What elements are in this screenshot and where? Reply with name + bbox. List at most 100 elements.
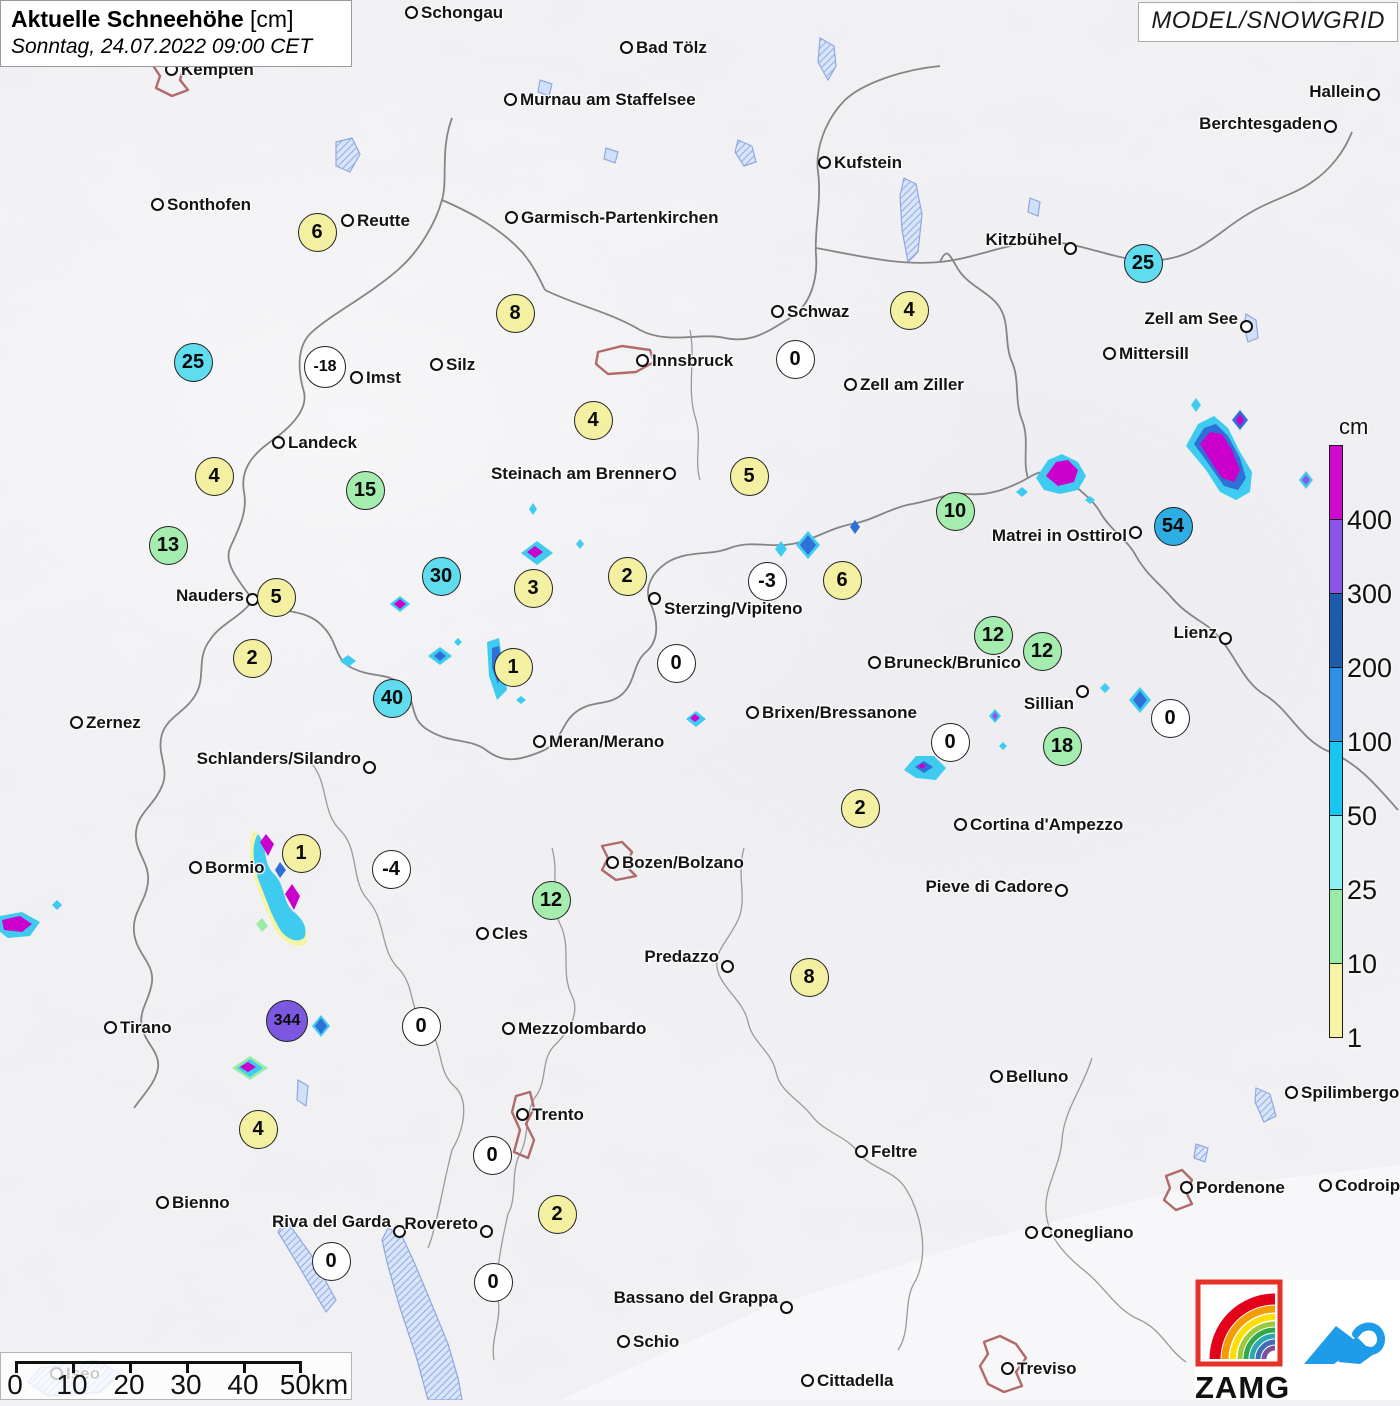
city-label: Cortina d'Ampezzo — [970, 815, 1124, 834]
avalanche-service-logo — [1304, 1322, 1385, 1364]
station-snow-depth-badge: 0 — [775, 339, 815, 379]
city-label: Mezzolombardo — [518, 1019, 647, 1038]
city-label: Schwaz — [787, 302, 850, 321]
zamg-logo-text: ZAMG — [1195, 1370, 1291, 1405]
city-label: Brixen/Bressanone — [762, 703, 917, 722]
station-snow-depth-badge: 4 — [194, 456, 234, 496]
city-label: Zell am Ziller — [860, 375, 964, 394]
city-label: Treviso — [1017, 1359, 1077, 1378]
city-label: Sillian — [1023, 694, 1074, 713]
map-title-unit: [cm] — [250, 6, 294, 32]
city-label: Pordenone — [1196, 1178, 1285, 1197]
city-label: Silz — [446, 355, 476, 374]
scalebar-label: 40 — [227, 1369, 259, 1400]
city-label: Cittadella — [817, 1371, 894, 1390]
title-box: Aktuelle Schneehöhe [cm] Sonntag, 24.07.… — [0, 0, 352, 67]
station-snow-depth-badge: 2 — [232, 638, 272, 678]
map-subtitle-datetime: Sonntag, 24.07.2022 09:00 CET — [11, 35, 313, 58]
city-label: Schlanders/Silandro — [196, 749, 361, 768]
station-snow-depth-badge: 1 — [493, 647, 533, 687]
scalebar-line — [15, 1361, 300, 1364]
scalebar-label: 50km — [279, 1369, 349, 1400]
station-snow-depth-badge: 3 — [513, 568, 553, 608]
city-label: Bienno — [172, 1193, 230, 1212]
city-label: Feltre — [871, 1142, 918, 1161]
station-snow-depth-badge: -18 — [304, 346, 346, 388]
city-label: Kitzbühel — [985, 230, 1063, 249]
station-snow-depth-badge: 4 — [573, 400, 613, 440]
station-snow-depth-badge: 25 — [173, 342, 213, 382]
city-label: Steinach am Brenner — [490, 464, 661, 483]
city-label: Codroipo — [1335, 1176, 1400, 1195]
city-label: Matrei in Osttirol — [991, 526, 1127, 545]
city-label: Sonthofen — [167, 195, 252, 214]
station-snow-depth-badge: 0 — [473, 1262, 513, 1302]
station-snow-depth-badge: 344 — [266, 1000, 308, 1042]
map-title-text: Aktuelle Schneehöhe — [11, 6, 244, 32]
station-snow-depth-badge: 0 — [930, 722, 970, 762]
station-snow-depth-badge: 30 — [421, 556, 461, 596]
station-snow-depth-badge: 1 — [281, 833, 321, 873]
station-snow-depth-badge: 5 — [256, 577, 296, 617]
city-label: Rovereto — [404, 1214, 478, 1233]
station-snow-depth-badge: 25 — [1123, 243, 1163, 283]
scalebar-label: 0 — [7, 1369, 23, 1400]
city-label: Riva del Garda — [271, 1212, 391, 1231]
city-label: Bozen/Bolzano — [622, 853, 744, 872]
station-snow-depth-badge: 2 — [840, 788, 880, 828]
city-label: Pieve di Cadore — [925, 877, 1053, 896]
city-label: Bruneck/Brunico — [884, 653, 1021, 672]
city-label: Schongau — [421, 3, 504, 22]
city-label: Bassano del Grappa — [613, 1288, 778, 1307]
station-snow-depth-badge: 2 — [607, 556, 647, 596]
station-snow-depth-badge: 10 — [935, 491, 975, 531]
model-label: MODEL/SNOWGRID — [1138, 2, 1398, 42]
city-label: Cles — [492, 924, 528, 943]
station-snow-depth-badge: 13 — [148, 525, 188, 565]
station-snow-depth-badge: 54 — [1153, 506, 1193, 546]
scalebar-label: 10 — [56, 1369, 88, 1400]
station-snow-depth-badge: 18 — [1042, 726, 1082, 766]
station-snow-depth-badge: 6 — [297, 212, 337, 252]
city-label: Zernez — [86, 713, 141, 732]
station-snow-depth-badge: 0 — [401, 1006, 441, 1046]
city-label: Berchtesgaden — [1199, 114, 1322, 133]
city-label: Murnau am Staffelsee — [520, 90, 696, 109]
station-snow-depth-badge: 8 — [495, 293, 535, 333]
station-snow-depth-badge: 12 — [531, 880, 571, 920]
station-snow-depth-badge: 4 — [889, 290, 929, 330]
station-snow-depth-badge: 0 — [656, 643, 696, 683]
city-label: Belluno — [1006, 1067, 1069, 1086]
station-snow-depth-badge: 6 — [822, 560, 862, 600]
station-snow-depth-badge: 0 — [311, 1241, 351, 1281]
city-label: Schio — [633, 1332, 680, 1351]
station-snow-depth-badge: -3 — [747, 561, 787, 601]
zamg-rainbow-icon — [1195, 1279, 1283, 1367]
city-label: Conegliano — [1041, 1223, 1134, 1242]
city-label: Landeck — [288, 433, 357, 452]
map-title: Aktuelle Schneehöhe [cm] — [11, 6, 341, 33]
city-label: Mittersill — [1119, 344, 1189, 363]
station-snow-depth-badge: 12 — [1022, 631, 1062, 671]
city-label: Lienz — [1173, 623, 1217, 642]
city-label: Trento — [532, 1105, 584, 1124]
city-label: Bormio — [205, 858, 265, 877]
city-label: Meran/Merano — [549, 732, 665, 751]
city-label: Kufstein — [834, 153, 902, 172]
city-label: Bad Tölz — [636, 38, 707, 57]
city-label: Hallein — [1309, 82, 1365, 101]
city-label: Predazzo — [644, 947, 719, 966]
station-snow-depth-badge: 2 — [537, 1194, 577, 1234]
city-label: Tirano — [120, 1018, 172, 1037]
station-snow-depth-badge: 0 — [1150, 698, 1190, 738]
station-snow-depth-badge: 0 — [472, 1135, 512, 1175]
station-snow-depth-badge: 40 — [372, 678, 412, 718]
city-label: Zell am See — [1144, 309, 1238, 328]
city-label: Sterzing/Vipiteno — [664, 599, 803, 618]
city-label: Spilimbergo — [1301, 1083, 1400, 1102]
zamg-logo: ZAMG — [1195, 1279, 1289, 1405]
station-snow-depth-badge: 4 — [238, 1109, 278, 1149]
city-label: Reutte — [357, 211, 410, 230]
station-snow-depth-badge: 12 — [973, 615, 1013, 655]
scalebar-label: 30 — [170, 1369, 202, 1400]
